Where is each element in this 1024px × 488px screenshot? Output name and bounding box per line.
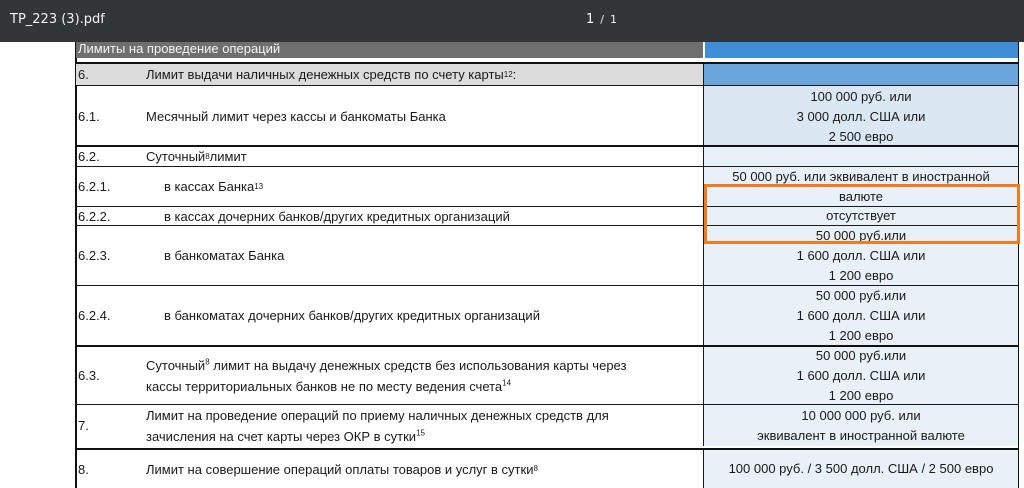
desc-line-2: кассы территориальных банков не по месту…	[146, 376, 511, 397]
row-value: 50 000 руб.или 1 600 долл. США или 1 200…	[703, 286, 1018, 345]
row-value	[703, 147, 1018, 166]
row-description: Суточный8 лимит на выдачу денежных средс…	[146, 347, 706, 404]
row-description: в кассах Банка 13	[164, 167, 724, 206]
value-line: эквивалент в иностранной валюте	[757, 427, 965, 443]
desc-tail: :	[512, 67, 517, 82]
table-row: 6.2.3. в банкоматах Банка 50 000 руб.или…	[76, 225, 1018, 285]
table-row: 6.1. Месячный лимит через кассы и банком…	[76, 85, 1018, 147]
value-line: 50 000 руб. или эквивалент в иностранной	[732, 168, 990, 184]
row-description: в кассах дочерних банков/других кредитны…	[164, 207, 724, 225]
value-line: 50 000 руб.или	[815, 227, 907, 243]
footnote-ref: 15	[416, 428, 425, 438]
page-separator: /	[600, 13, 604, 26]
value-line: 50 000 руб.или	[815, 287, 907, 303]
value-line: 1 600 долл. США или	[796, 247, 926, 263]
page-indicator: 1 / 1	[586, 12, 617, 27]
row-description: в банкоматах Банка	[164, 226, 724, 285]
row-value: 50 000 руб.или 1 600 долл. США или 1 200…	[703, 347, 1018, 404]
table-row: 6.2.4. в банкоматах дочерних банков/друг…	[76, 285, 1018, 345]
viewer-toolbar: TP_223 (3).pdf 1 / 1	[0, 0, 1024, 42]
table-row: 6. Лимит выдачи наличных денежных средст…	[76, 62, 1018, 85]
desc-text-2: зачисления на счет карты через ОКР в сут…	[146, 428, 417, 444]
row-description: Лимит на проведение операций по приему н…	[146, 405, 706, 446]
value-line: валюте	[838, 188, 884, 204]
value-line: отсутствует	[826, 208, 896, 223]
table-row: 8. Лимит на совершение операций оплаты т…	[76, 448, 1018, 488]
desc-line-1: Лимит на проведение операций по приему н…	[146, 407, 609, 423]
value-line: 100 000 руб. или	[810, 88, 912, 104]
value-line: 1 200 евро	[828, 267, 894, 283]
section-heading-value-cell	[705, 42, 1018, 58]
table-row: 6.2. Суточный 8 лимит	[76, 145, 1018, 166]
row-value: 50 000 руб. или эквивалент в иностранной…	[703, 167, 1018, 206]
desc-text: Лимит на совершение операций оплаты това…	[146, 461, 534, 477]
desc-text: Суточный	[146, 149, 206, 164]
row-number: 6.2.3.	[78, 248, 111, 263]
page-total: 1	[610, 13, 617, 26]
section-heading: Лимиты на проведение операций	[76, 42, 703, 58]
row-value: 50 000 руб.или 1 600 долл. США или 1 200…	[703, 226, 1018, 285]
row-value: 100 000 руб. / 3 500 долл. США / 2 500 е…	[703, 450, 1018, 488]
value-line: 1 600 долл. США или	[796, 307, 926, 323]
row-description: Лимит на совершение операций оплаты това…	[146, 450, 706, 488]
table-row: 6.2.1. в кассах Банка 13 50 000 руб. или …	[76, 166, 1018, 206]
row-number: 8.	[78, 461, 89, 477]
table-row: 6.3. Суточный8 лимит на выдачу денежных …	[76, 345, 1018, 404]
desc-line-2: зачисления на счет карты через ОКР в сут…	[146, 426, 425, 447]
row-description: Суточный 8 лимит	[146, 147, 706, 166]
row-number: 6.2.4.	[78, 308, 111, 323]
row-number: 6.2.	[78, 149, 100, 164]
row-number: 6.1.	[78, 109, 100, 124]
footnote-ref: 14	[502, 378, 512, 388]
value-line: 50 000 руб.или	[815, 347, 907, 363]
row-description: в банкоматах дочерних банков/других кред…	[164, 286, 724, 345]
pdf-page: Лимиты на проведение операций 6. Лимит в…	[0, 42, 1024, 488]
value-line: 1 600 долл. США или	[796, 367, 926, 383]
row-description: Месячный лимит через кассы и банкоматы Б…	[146, 86, 706, 147]
desc-tail: лимит на выдачу денежных средств без исп…	[209, 357, 627, 373]
desc-text: Суточный	[146, 357, 206, 373]
desc-text: в кассах дочерних банков/других кредитны…	[164, 208, 510, 224]
page-current[interactable]: 1	[586, 12, 594, 27]
row-number: 6.2.1.	[78, 179, 111, 194]
table-row: 6.2.2. в кассах дочерних банков/других к…	[76, 206, 1018, 225]
desc-text: в банкоматах дочерних банков/других кред…	[164, 308, 540, 323]
value-line: 1 200 евро	[828, 387, 894, 403]
desc-text: Лимит выдачи наличных денежных средств п…	[146, 67, 504, 82]
value-line: 3 000 долл. США или	[796, 108, 926, 124]
value-line: 1 200 евро	[828, 327, 894, 343]
table-row: 7. Лимит на проведение операций по прием…	[76, 404, 1018, 446]
value-line: 100 000 руб. / 3 500 долл. США / 2 500 е…	[728, 461, 994, 476]
desc-line-1: Суточный8 лимит на выдачу денежных средс…	[146, 355, 626, 376]
document-title: TP_223 (3).pdf	[10, 12, 105, 27]
desc-text: Месячный лимит через кассы и банкоматы Б…	[146, 109, 446, 124]
row-description: Лимит выдачи наличных денежных средств п…	[146, 64, 706, 85]
value-line: 2 500 евро	[828, 128, 894, 144]
desc-text-2: кассы территориальных банков не по месту…	[146, 378, 503, 394]
row-number: 6.3.	[78, 368, 100, 383]
desc-tail: лимит	[209, 149, 247, 164]
row-number: 6.2.2.	[78, 208, 111, 224]
row-number: 7.	[78, 418, 89, 433]
row-value: 10 000 000 руб. или эквивалент в иностра…	[703, 405, 1018, 446]
row-number: 6.	[78, 67, 89, 82]
value-line: 10 000 000 руб. или	[801, 407, 921, 423]
desc-text: в кассах Банка	[164, 179, 255, 194]
row-value: 100 000 руб. или 3 000 долл. США или 2 5…	[703, 86, 1018, 147]
row-value	[703, 64, 1018, 85]
row-value: отсутствует	[703, 207, 1018, 225]
desc-text: в банкоматах Банка	[164, 248, 285, 263]
